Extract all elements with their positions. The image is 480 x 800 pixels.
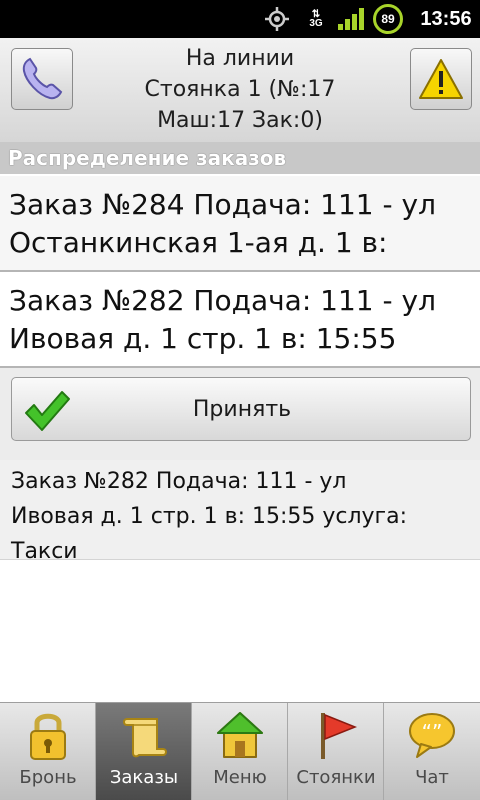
tab-menu[interactable]: Меню [192, 703, 288, 800]
order-item[interactable]: Заказ №282 Подача: 111 - ул Ивовая д. 1 … [0, 272, 480, 368]
accept-label: Принять [192, 397, 292, 422]
alarm-button[interactable] [410, 48, 472, 110]
scroll-icon [123, 718, 167, 758]
flag-icon [321, 713, 358, 759]
clock: 13:56 [420, 7, 472, 30]
chat-bubble-icon: “” [409, 713, 455, 758]
phone-icon [22, 57, 63, 100]
lock-icon [30, 713, 66, 760]
tab-label: Бронь [19, 767, 77, 788]
status-line: На линии [185, 46, 295, 71]
warning-icon [419, 59, 463, 99]
bottom-nav: Бронь Заказы Меню Стоянки “” Чат [0, 702, 480, 800]
network-label: 3G [309, 18, 323, 29]
header: На линии Стоянка 1 (№:17 Маш:17 Зак:0) [0, 38, 480, 142]
order-line-1: Заказ №282 Подача: 111 - ул [9, 284, 436, 317]
tab-bron[interactable]: Бронь [0, 703, 96, 800]
battery-percent: 89 [381, 12, 395, 26]
accept-button[interactable]: Принять [11, 377, 471, 441]
tab-zakazy[interactable]: Заказы [96, 703, 192, 800]
tab-label: Стоянки [296, 767, 376, 788]
tab-stoyanki[interactable]: Стоянки [288, 703, 384, 800]
tab-label: Чат [415, 767, 449, 788]
tab-chat[interactable]: “” Чат [384, 703, 480, 800]
call-button[interactable] [11, 48, 73, 110]
tab-label: Заказы [109, 767, 179, 788]
svg-text:“”: “” [422, 720, 443, 744]
parking-line: Стоянка 1 (№:17 [144, 77, 336, 102]
order-details: Заказ №282 Подача: 111 - ул Ивовая д. 1 … [0, 460, 480, 564]
tab-label: Меню [213, 767, 267, 788]
order-line-1: Заказ №284 Подача: 111 - ул [9, 188, 436, 221]
order-line-2: Ивовая д. 1 стр. 1 в: 15:55 [9, 322, 397, 355]
home-icon [217, 712, 263, 758]
gps-icon [262, 0, 292, 38]
battery-icon: 89 [370, 0, 406, 38]
status-bar: ⇅ 3G 89 13:56 [0, 0, 480, 38]
order-line-2: Останкинская 1-ая д. 1 в: [9, 226, 388, 259]
signal-icon [336, 0, 366, 38]
network-type-icon: ⇅ 3G [304, 0, 328, 38]
order-item[interactable]: Заказ №284 Подача: 111 - ул Останкинская… [0, 176, 480, 272]
counters-line: Маш:17 Зак:0) [157, 108, 323, 133]
section-title: Распределение заказов [0, 142, 480, 174]
accept-panel: Принять [0, 368, 480, 460]
